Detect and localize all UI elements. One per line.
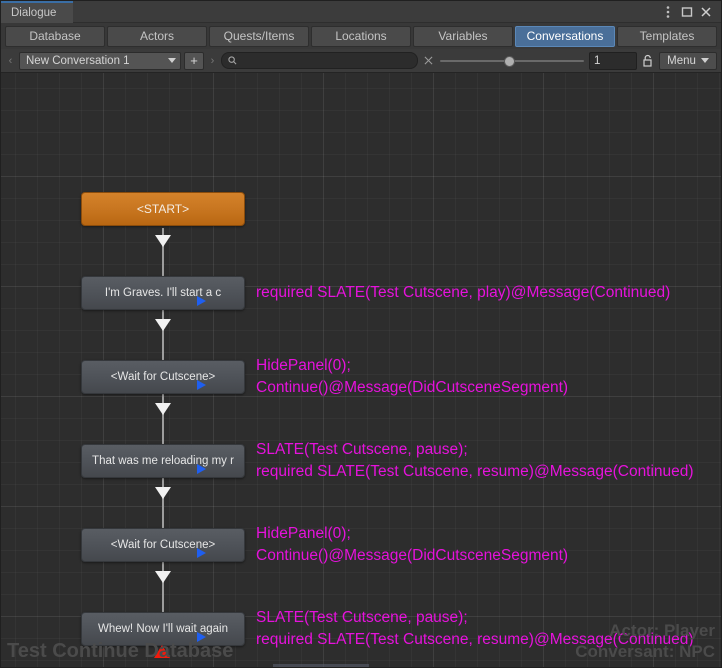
- next-conversation-icon[interactable]: ›: [207, 55, 218, 67]
- script-line: required SLATE(Test Cutscene, play)@Mess…: [256, 284, 671, 301]
- node-dialogue-1[interactable]: I'm Graves. I'll start a c: [81, 276, 245, 310]
- script-annotation-1: required SLATE(Test Cutscene, play)@Mess…: [256, 282, 670, 304]
- tab-templates[interactable]: Templates: [617, 25, 717, 47]
- window-tab-dialogue[interactable]: Dialogue: [1, 1, 73, 23]
- maximize-icon[interactable]: [678, 2, 696, 22]
- zoom-slider-handle[interactable]: [504, 55, 515, 67]
- window-controls: [659, 1, 721, 22]
- tab-label: Actors: [139, 29, 174, 43]
- script-line: required SLATE(Test Cutscene, resume)@Me…: [256, 463, 694, 480]
- script-annotation-3: SLATE(Test Cutscene, pause); required SL…: [256, 439, 694, 483]
- section-tabs: Database Actors Quests/Items Locations V…: [1, 23, 721, 49]
- conversant-overlay: Conversant: NPC: [575, 642, 715, 661]
- add-conversation-button[interactable]: +: [184, 51, 204, 70]
- connector-arrow-icon: [155, 319, 171, 331]
- node-label: <START>: [136, 202, 190, 216]
- zoom-value-field[interactable]: 1: [589, 51, 637, 70]
- connector-arrow-icon: [155, 235, 171, 247]
- plus-icon: +: [190, 52, 198, 68]
- node-label: I'm Graves. I'll start a c: [104, 287, 222, 299]
- lock-icon[interactable]: [640, 54, 656, 67]
- script-line: SLATE(Test Cutscene, pause);: [256, 441, 468, 458]
- tab-locations[interactable]: Locations: [311, 25, 411, 47]
- menu-button-label: Menu: [667, 54, 696, 67]
- tab-label: Variables: [438, 29, 488, 43]
- window-titlebar: Dialogue: [1, 1, 721, 23]
- tab-actors[interactable]: Actors: [107, 25, 207, 47]
- prev-arrow-glyph: ‹: [8, 54, 13, 67]
- conversation-toolbar: ‹ New Conversation 1 + › 1 Menu: [1, 49, 721, 73]
- window-tab-label: Dialogue: [11, 7, 57, 19]
- play-icon: [197, 548, 206, 558]
- titlebar-spacer: [73, 1, 659, 22]
- conversation-canvas[interactable]: <START> I'm Graves. I'll start a c <Wait…: [1, 73, 721, 667]
- kebab-menu-icon[interactable]: [659, 2, 677, 22]
- script-line: Continue()@Message(DidCutsceneSegment): [256, 547, 569, 564]
- zoom-value-label: 1: [594, 54, 601, 67]
- conversation-dropdown-label: New Conversation 1: [26, 54, 130, 67]
- chevron-down-icon: [700, 58, 709, 63]
- prev-conversation-icon[interactable]: ‹: [5, 55, 16, 67]
- tab-database[interactable]: Database: [5, 25, 105, 47]
- tab-label: Quests/Items: [223, 29, 295, 43]
- actor-overlay: Actor: Player: [609, 621, 715, 640]
- play-icon: [197, 296, 206, 306]
- tab-quests-items[interactable]: Quests/Items: [209, 25, 309, 47]
- node-start[interactable]: <START>: [81, 192, 245, 226]
- tab-variables[interactable]: Variables: [413, 25, 513, 47]
- script-annotation-2: HidePanel(0); Continue()@Message(DidCuts…: [256, 355, 568, 399]
- search-input[interactable]: [241, 54, 411, 67]
- play-icon: [197, 380, 206, 390]
- zoom-slider[interactable]: [438, 52, 586, 70]
- script-line: Continue()@Message(DidCutsceneSegment): [256, 379, 569, 396]
- node-label: That was me reloading my r: [92, 455, 234, 467]
- search-field[interactable]: [221, 52, 418, 69]
- node-dialogue-2[interactable]: <Wait for Cutscene>: [81, 360, 245, 394]
- tab-conversations[interactable]: Conversations: [515, 25, 615, 47]
- chevron-down-icon: [168, 58, 176, 63]
- next-arrow-glyph: ›: [210, 54, 215, 67]
- play-icon: [197, 464, 206, 474]
- search-icon: [228, 56, 237, 65]
- bottom-partial-element: [273, 664, 369, 667]
- script-line: HidePanel(0);: [256, 357, 351, 374]
- tab-label: Templates: [639, 29, 695, 43]
- tab-label: Locations: [335, 29, 387, 43]
- tab-label: Conversations: [526, 29, 604, 43]
- conversation-dropdown[interactable]: New Conversation 1: [19, 51, 181, 70]
- clear-search-icon[interactable]: [421, 56, 435, 65]
- connector-arrow-icon: [155, 571, 171, 583]
- database-name-overlay: Test Continue Database: [7, 640, 234, 662]
- menu-button[interactable]: Menu: [659, 51, 717, 70]
- script-line: HidePanel(0);: [256, 525, 351, 542]
- node-dialogue-4[interactable]: <Wait for Cutscene>: [81, 528, 245, 562]
- tab-label: Database: [29, 29, 81, 43]
- connector-arrow-icon: [155, 487, 171, 499]
- script-annotation-4: HidePanel(0); Continue()@Message(DidCuts…: [256, 523, 568, 567]
- node-label: Whew! Now I'll wait again: [97, 623, 229, 635]
- node-dialogue-3[interactable]: That was me reloading my r: [81, 444, 245, 478]
- close-icon[interactable]: [697, 2, 715, 22]
- connector-arrow-icon: [155, 403, 171, 415]
- dialogue-editor-window: Dialogue Database Actors Quests/Items Lo…: [0, 0, 722, 668]
